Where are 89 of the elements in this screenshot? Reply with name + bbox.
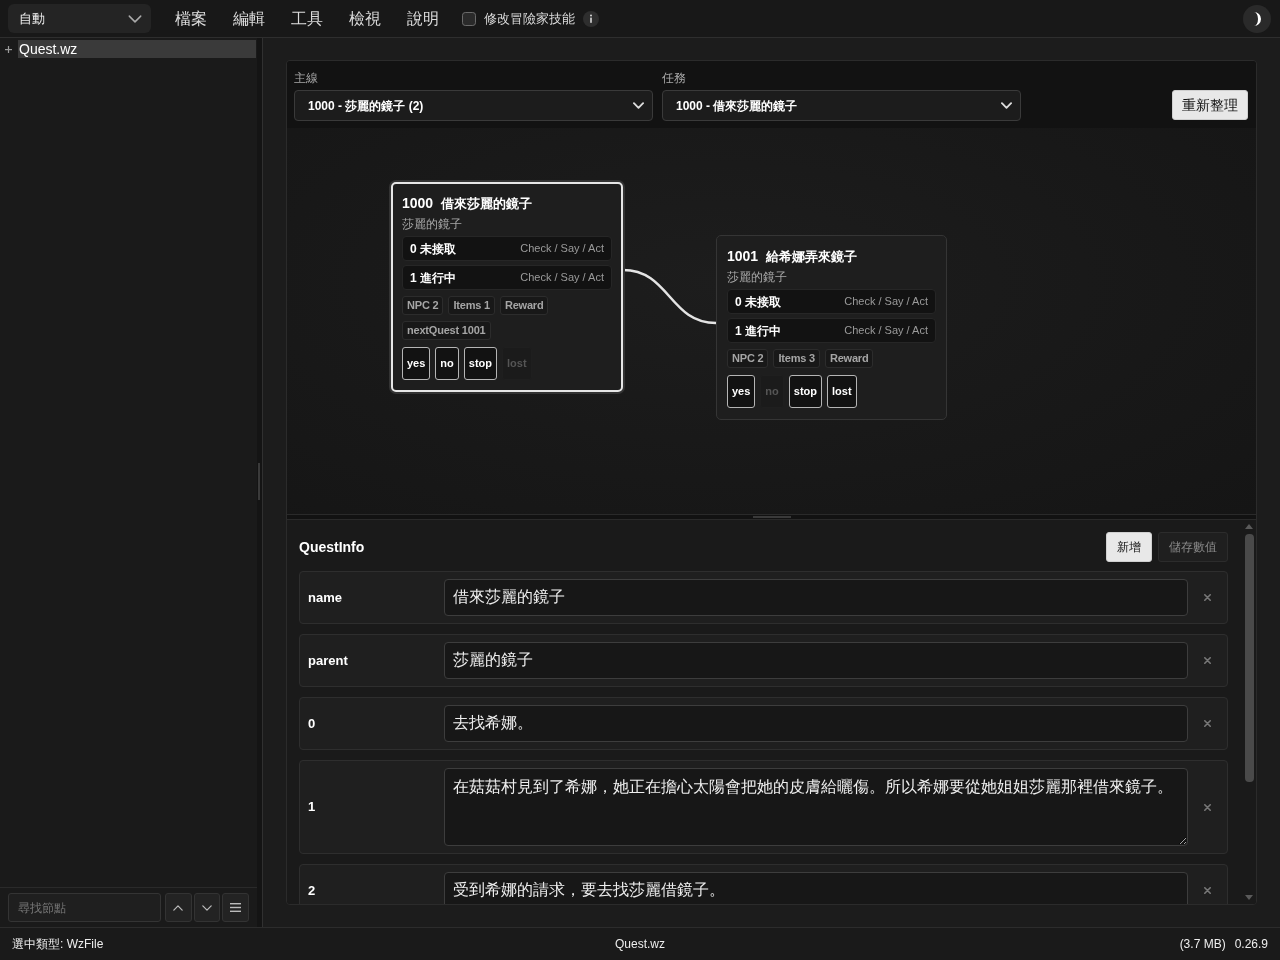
dropdown[interactable]: 1000 - 借來莎麗的鏡子: [662, 90, 1021, 121]
remove-button[interactable]: [1201, 717, 1214, 730]
chevron-up-icon: [173, 904, 184, 911]
close-icon: [1204, 803, 1211, 811]
info-icon: [583, 10, 599, 27]
flag-toggle[interactable]: yes: [402, 347, 431, 380]
state-row[interactable]: 0 未接取 Check / Say / Act: [727, 289, 936, 314]
refresh-button[interactable]: 重新整理: [1172, 90, 1248, 120]
menu-item[interactable]: 工具: [278, 3, 336, 34]
node-title: 給希娜弄來鏡子: [766, 248, 858, 266]
tag: NPC 2: [402, 296, 444, 315]
tag: Items 3: [773, 349, 820, 368]
tag: Items 1: [448, 296, 495, 315]
state-row[interactable]: 1 進行中 Check / Say / Act: [727, 318, 936, 343]
state-label: 1 進行中: [410, 269, 456, 287]
node-subtitle: 莎麗的鏡子: [402, 216, 463, 232]
chevron-down-icon: [202, 904, 212, 911]
property-key: 0: [308, 713, 316, 734]
menu-icon: [230, 903, 242, 912]
property-key: name: [308, 587, 342, 608]
field-label: 主線: [294, 71, 319, 85]
remove-button[interactable]: [1201, 801, 1214, 813]
checkbox[interactable]: [462, 11, 476, 26]
node-number: 1001: [727, 247, 759, 265]
flag-toggle[interactable]: yes: [727, 375, 756, 408]
quest-node[interactable]: 1000 借來莎麗的鏡子 莎麗的鏡子 0 未接取 Check / Say / Act 1 進行中 Check / Say / Act NPC 2 Items 1 Reward nextQuest 1001 yes no stop lost: [391, 182, 623, 392]
scrollbar-thumb[interactable]: [1244, 534, 1254, 782]
state-hint: Check / Say / Act: [520, 241, 604, 257]
checkbox-label[interactable]: 修改冒險家技能: [484, 8, 575, 29]
status-text: (3.7 MB): [1179, 936, 1226, 953]
remove-button[interactable]: [1201, 884, 1214, 897]
state-hint: Check / Say / Act: [520, 270, 604, 286]
status-text: 選中類型: WzFile: [12, 936, 104, 953]
chevron-down-icon: [1001, 102, 1012, 109]
dropdown[interactable]: 1000 - 莎麗的鏡子 (2): [294, 90, 653, 121]
menu-item[interactable]: 檢視: [336, 3, 394, 34]
chevron-down-icon: [633, 102, 644, 109]
theme-toggle-button[interactable]: [1243, 4, 1271, 33]
value-field[interactable]: 莎麗的鏡子: [444, 642, 1188, 679]
flag-toggle[interactable]: no: [435, 347, 459, 380]
remove-button[interactable]: [1201, 591, 1214, 604]
field-label: 任務: [662, 71, 687, 85]
menu-button[interactable]: [222, 893, 249, 922]
status-text: Quest.wz: [615, 936, 665, 953]
previous-button[interactable]: [165, 893, 192, 922]
value-field[interactable]: 受到希娜的請求，要去找莎麗借鏡子。: [444, 872, 1188, 904]
state-row[interactable]: 0 未接取 Check / Say / Act: [402, 236, 612, 261]
tag: nextQuest 1001: [402, 321, 491, 340]
status-text: 0.26.9: [1234, 936, 1268, 953]
flag-toggle[interactable]: lost: [827, 375, 857, 408]
menu-item[interactable]: 說明: [394, 3, 452, 34]
quest-node[interactable]: 1001 給希娜弄來鏡子 莎麗的鏡子 0 未接取 Check / Say / Act 1 進行中 Check / Say / Act NPC 2 Items 3 Reward yes no stop lost: [716, 235, 947, 420]
value-field[interactable]: 去找希娜。: [444, 705, 1188, 742]
expand-icon[interactable]: [5, 45, 12, 53]
value-field[interactable]: 借來莎麗的鏡子: [444, 579, 1188, 616]
remove-button[interactable]: [1201, 654, 1214, 667]
flag-toggle[interactable]: stop: [788, 375, 823, 408]
section-title: QuestInfo: [299, 537, 365, 557]
close-icon: [1204, 657, 1211, 664]
node-title: 借來莎麗的鏡子: [441, 195, 533, 213]
menu-item[interactable]: 編輯: [220, 3, 278, 34]
state-hint: Check / Say / Act: [844, 323, 928, 339]
state-hint: Check / Say / Act: [844, 294, 928, 310]
mode-dropdown[interactable]: 自動: [8, 4, 151, 33]
search-field[interactable]: 尋找節點: [8, 893, 161, 922]
moon-icon: [1252, 10, 1262, 27]
tree-item[interactable]: Quest.wz: [18, 40, 256, 58]
state-row[interactable]: 1 進行中 Check / Say / Act: [402, 265, 612, 290]
node-number: 1000: [402, 194, 434, 212]
state-label: 0 未接取: [410, 240, 456, 258]
tag: Reward: [499, 296, 549, 315]
state-label: 1 進行中: [735, 322, 781, 340]
close-icon: [1204, 887, 1211, 894]
property-key: 1: [308, 797, 316, 817]
value-field[interactable]: 在菇菇村見到了希娜，她正在擔心太陽會把她的皮膚給曬傷。所以希娜要從她姐姐莎麗那裡借來鏡子。: [444, 768, 1188, 846]
menu-item[interactable]: 檔案: [162, 3, 220, 34]
tag: NPC 2: [727, 349, 769, 368]
property-key: 2: [308, 880, 316, 901]
property-key: parent: [308, 650, 348, 671]
flag-toggle[interactable]: stop: [463, 347, 498, 380]
node-subtitle: 莎麗的鏡子: [727, 269, 788, 285]
scroll-up-icon: [1245, 524, 1253, 529]
scroll-down-icon: [1245, 895, 1253, 900]
action-button[interactable]: 新增: [1106, 532, 1152, 562]
state-label: 0 未接取: [735, 293, 781, 311]
close-icon: [1204, 720, 1211, 727]
chevron-down-icon: [128, 14, 142, 23]
tag: Reward: [824, 349, 874, 368]
close-icon: [1204, 594, 1211, 601]
